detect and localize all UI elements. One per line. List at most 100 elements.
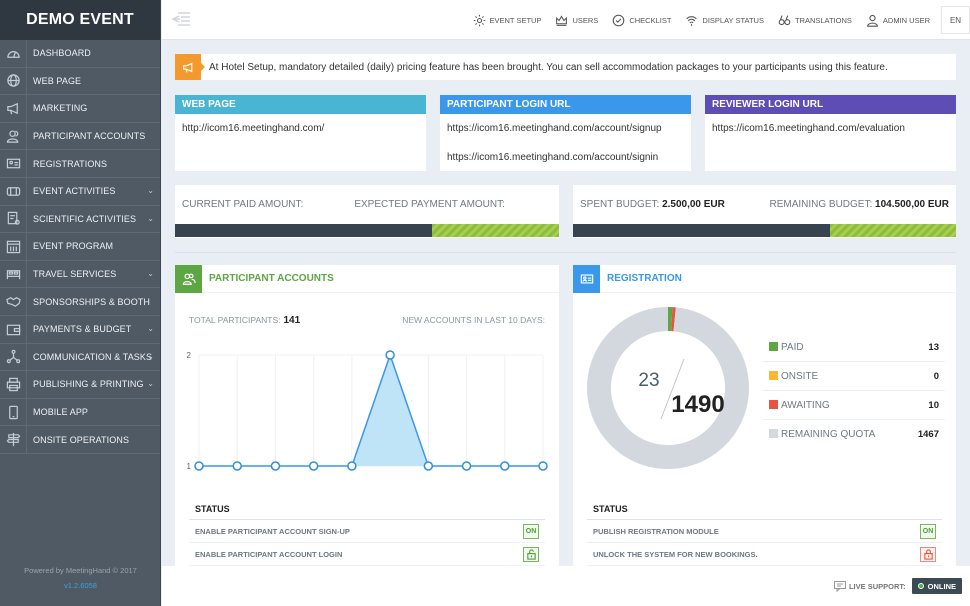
sidebar-item-label: REGISTRATIONS — [33, 158, 108, 169]
registration-legend: PAID 13 ONSITE 0 AWAITING 10 REMAINING QUOT… — [763, 333, 945, 449]
language-button[interactable]: EN — [941, 6, 970, 34]
sidebar-item-event-program[interactable]: EVENT PROGRAM — [0, 233, 160, 261]
legend-swatch — [769, 370, 778, 380]
event-title: DEMO EVENT — [0, 0, 160, 40]
y-tick-label: 2 — [187, 351, 192, 360]
spent-budget: SPENT BUDGET: 2.500,00 EUR — [580, 199, 725, 210]
users-icon — [175, 264, 202, 293]
status-title: STATUS — [189, 504, 545, 520]
sidebar-item-publishing-printing[interactable]: PUBLISHING & PRINTING ⌄ — [0, 371, 160, 399]
publish-toggle[interactable]: ON — [920, 523, 936, 539]
data-point — [461, 461, 472, 471]
sidebar-item-registrations[interactable]: REGISTRATIONS — [0, 150, 160, 178]
budget-progress-bar — [573, 224, 956, 237]
top-link-users[interactable]: USERS — [555, 14, 598, 27]
sidebar: DEMO EVENT DASHBOARD WEB PAGE MARKETING … — [0, 0, 161, 606]
signup-url[interactable]: https://icom16.meetinghand.com/account/s… — [440, 123, 691, 134]
bottom-bar: LIVE SUPPORT: ONLINE — [162, 566, 970, 606]
sidebar-footer: Powered by MeetingHand © 2017 v1.2.6058 — [0, 566, 161, 590]
top-link-checklist[interactable]: CHECKLIST — [612, 14, 671, 27]
web-page-card: WEB PAGE http://icom16.meetinghand.com/ — [175, 95, 426, 171]
legend-item: AWAITING 10 — [763, 391, 945, 420]
data-point — [308, 461, 319, 471]
data-point — [270, 461, 281, 471]
sidebar-item-participant-accounts[interactable]: PARTICIPANT ACCOUNTS — [0, 122, 160, 151]
divider — [175, 252, 956, 253]
chevron-down-icon: ⌄ — [147, 379, 154, 389]
participant-accounts-panel: PARTICIPANT ACCOUNTS TOTAL PARTICIPANTS:… — [175, 264, 559, 566]
sidebar-item-communication-tasks[interactable]: COMMUNICATION & TASKS ⌄ — [0, 343, 160, 372]
version: v1.2.6058 — [64, 581, 97, 590]
sidebar-item-dashboard[interactable]: DASHBOARD — [0, 40, 160, 68]
top-link-admin-user[interactable]: ADMIN USER — [866, 14, 930, 27]
chevron-down-icon: ⌄ — [147, 323, 154, 333]
sidebar-item-label: PUBLISHING & PRINTING — [33, 379, 144, 390]
check-circle-icon — [613, 14, 625, 26]
data-point — [423, 461, 434, 471]
sidebar-item-payments-budget[interactable]: PAYMENTS & BUDGET ⌄ — [0, 315, 160, 344]
new-accounts-label: NEW ACCOUNTS IN LAST 10 DAYS: — [402, 315, 545, 325]
wallet-icon — [0, 315, 27, 343]
sidebar-item-label: TRAVEL SERVICES — [33, 269, 117, 280]
registration-quota: 1490 — [671, 391, 724, 418]
registration-donut-chart: 23 1490 — [587, 307, 749, 469]
status-row: PUBLISH REGISTRATION MODULE ON — [587, 520, 942, 543]
signin-url[interactable]: https://icom16.meetinghand.com/account/s… — [440, 152, 691, 163]
document-icon — [0, 205, 27, 233]
user-icon — [867, 14, 878, 27]
sidebar-item-event-activities[interactable]: EVENT ACTIVITIES ⌄ — [0, 177, 160, 206]
signpost-icon — [0, 426, 27, 453]
legend-value: 13 — [928, 341, 939, 353]
printer-icon — [0, 371, 27, 398]
sidebar-item-label: EVENT PROGRAM — [33, 241, 114, 252]
data-point — [538, 461, 548, 471]
donut-slice-remaining-quota — [587, 307, 749, 469]
gear-icon — [473, 14, 485, 26]
id-card-icon — [573, 264, 600, 293]
data-point — [194, 461, 204, 471]
status-row: UNLOCK THE SYSTEM FOR NEW BOOKINGS. — [587, 543, 942, 566]
sidebar-item-label: SPONSORSHIPS & BOOTH — [33, 296, 151, 307]
registration-panel: REGISTRATION 23 1490 PAID 13 ONSITE 0 AWAIT… — [573, 264, 956, 566]
sidebar-item-scientific-activities[interactable]: SCIENTIFIC ACTIVITIES ⌄ — [0, 205, 160, 234]
payment-progress-remaining — [432, 224, 559, 237]
sidebar-item-label: PARTICIPANT ACCOUNTS — [33, 131, 146, 142]
budget-summary: SPENT BUDGET: 2.500,00 EUR REMAINING BUD… — [573, 185, 956, 238]
reviewer-url[interactable]: https://icom16.meetinghand.com/evaluatio… — [705, 123, 956, 134]
online-status-button[interactable]: ONLINE — [911, 578, 962, 594]
announcement-text: At Hotel Setup, mandatory detailed (dail… — [209, 61, 888, 73]
sidebar-item-travel-services[interactable]: TRAVEL SERVICES ⌄ — [0, 260, 160, 289]
translate-icon — [778, 14, 791, 25]
sidebar-item-mobile-app[interactable]: MOBILE APP — [0, 398, 160, 427]
registration-count: 23 — [638, 370, 659, 391]
legend-label: PAID — [781, 341, 804, 353]
login-toggle[interactable] — [523, 546, 539, 562]
live-support-label: LIVE SUPPORT: — [848, 581, 906, 591]
reviewer-login-card: REVIEWER LOGIN URL https://icom16.meetin… — [705, 95, 956, 171]
top-link-label: EVENT SETUP — [489, 15, 542, 25]
y-tick-label: 1 — [187, 462, 192, 471]
bookings-lock-toggle[interactable] — [920, 546, 936, 562]
top-link-label: DISPLAY STATUS — [702, 15, 764, 25]
sidebar-item-label: COMMUNICATION & TASKS — [33, 351, 153, 362]
sidebar-item-marketing[interactable]: MARKETING — [0, 95, 160, 123]
sidebar-item-web-page[interactable]: WEB PAGE — [0, 67, 160, 96]
top-link-translations[interactable]: TRANSLATIONS — [778, 14, 852, 27]
announcement-bar: At Hotel Setup, mandatory detailed (dail… — [175, 54, 956, 80]
chevron-down-icon: ⌄ — [147, 351, 154, 361]
participant-login-card-title: PARTICIPANT LOGIN URL — [440, 95, 691, 114]
sidebar-item-label: SCIENTIFIC ACTIVITIES — [33, 213, 137, 224]
top-link-event-setup[interactable]: EVENT SETUP — [473, 14, 542, 27]
sidebar-item-sponsorships-booth[interactable]: SPONSORSHIPS & BOOTH — [0, 288, 160, 316]
sidebar-item-onsite-operations[interactable]: ONSITE OPERATIONS — [0, 426, 160, 454]
top-link-display-status[interactable]: DISPLAY STATUS — [685, 14, 764, 27]
signup-toggle[interactable]: ON — [523, 523, 539, 539]
web-page-url[interactable]: http://icom16.meetinghand.com/ — [175, 123, 426, 134]
collapse-sidebar-icon[interactable] — [170, 10, 192, 30]
ticket-icon — [0, 177, 27, 205]
sidebar-item-label: MOBILE APP — [33, 407, 89, 418]
crown-icon — [556, 14, 568, 26]
legend-value: 1467 — [917, 429, 939, 440]
sidebar-nav: DASHBOARD WEB PAGE MARKETING PARTICIPANT… — [0, 40, 160, 454]
new-accounts-chart: 12 — [187, 350, 548, 471]
